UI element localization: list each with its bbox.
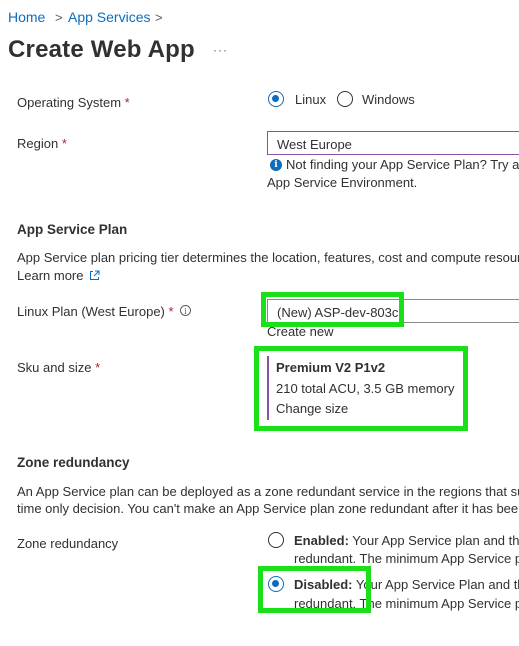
zone-enabled-radio[interactable] [268, 532, 284, 548]
region-label: Region * [17, 136, 67, 151]
chevron-right-icon: > [155, 10, 163, 25]
linux-plan-label: Linux Plan (West Europe) * [17, 304, 174, 319]
zone-disabled-text[interactable]: Disabled: Your App Service Plan and th [294, 577, 519, 592]
zone-disabled-radio[interactable] [268, 576, 284, 592]
region-info-text: Not finding your App Service Plan? Try a [286, 157, 519, 172]
zone-redundancy-heading: Zone redundancy [17, 455, 130, 470]
sku-accent-bar [267, 356, 269, 420]
more-options-icon[interactable]: ··· [213, 43, 228, 57]
zone-enabled-text[interactable]: Enabled: Your App Service plan and the [294, 533, 519, 548]
zone-description-line1: An App Service plan can be deployed as a… [17, 484, 519, 499]
os-linux-radio[interactable] [268, 91, 284, 107]
zone-description-line2: time only decision. You can't make an Ap… [17, 501, 519, 516]
page-title: Create Web App [8, 36, 195, 63]
app-service-environment-text: App Service Environment. [267, 175, 418, 190]
region-select[interactable]: West Europe [267, 131, 519, 155]
learn-more-link[interactable]: Learn more [17, 268, 100, 283]
zone-disabled-text-line2: redundant. The minimum App Service p [294, 596, 519, 611]
linux-plan-select[interactable]: (New) ASP-dev-803c [267, 299, 519, 323]
chevron-right-icon: > [55, 10, 63, 25]
zone-enabled-text-line2: redundant. The minimum App Service p [294, 551, 519, 566]
sku-detail: 210 total ACU, 3.5 GB memory [276, 381, 455, 396]
app-service-plan-heading: App Service Plan [17, 222, 128, 237]
external-link-icon [90, 270, 100, 280]
zone-redundancy-label: Zone redundancy [17, 536, 119, 551]
sku-name: Premium V2 P1v2 [276, 360, 386, 375]
plan-description: App Service plan pricing tier determines… [17, 250, 519, 265]
sku-size-label: Sku and size * [17, 360, 101, 375]
os-label: Operating System * [17, 95, 130, 110]
os-linux-label[interactable]: Linux [295, 92, 326, 107]
os-windows-radio[interactable] [337, 91, 353, 107]
change-size-link[interactable]: Change size [276, 401, 348, 416]
breadcrumb-home[interactable]: Home [8, 9, 45, 25]
os-windows-label[interactable]: Windows [362, 92, 415, 107]
create-new-link[interactable]: Create new [267, 324, 333, 339]
info-icon[interactable]: i [180, 305, 191, 316]
info-icon: i [270, 159, 282, 171]
breadcrumb-app-services[interactable]: App Services [68, 9, 150, 25]
